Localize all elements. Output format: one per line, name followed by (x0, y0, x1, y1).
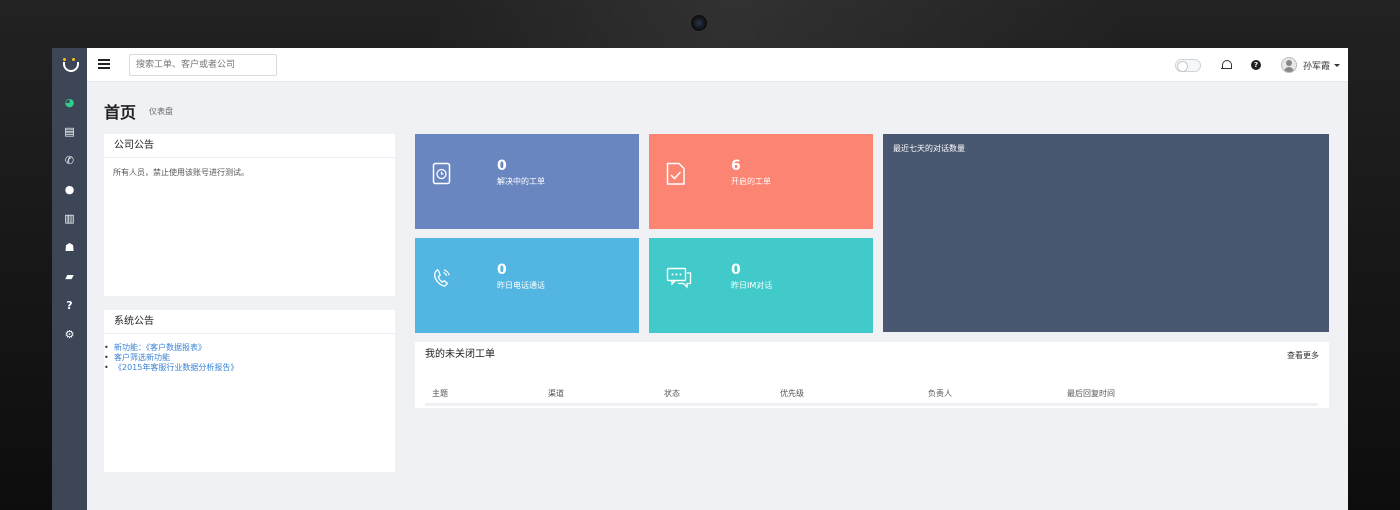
system-notice-title: 系统公告 (104, 310, 395, 334)
column-header-status[interactable]: 状态 (664, 388, 680, 399)
topbar-actions: ? 孙军霞 (1174, 48, 1340, 82)
bar-chart-icon: ▥ (64, 212, 75, 225)
avatar[interactable] (1280, 57, 1297, 73)
check-doc-icon (666, 162, 686, 186)
column-header-subject[interactable]: 主题 (432, 388, 448, 399)
help-circle-icon: ? (66, 299, 73, 312)
system-notice-item[interactable]: 《2015年客服行业数据分析报告》 (104, 363, 395, 373)
menu-toggle-icon[interactable] (98, 59, 110, 70)
tile-value: 0 (497, 262, 507, 278)
bezel-glare (430, 0, 1400, 48)
column-header-assignee[interactable]: 负责人 (928, 388, 952, 399)
tile-label: 昨日电话通话 (497, 281, 545, 290)
page-title: 首页 (104, 103, 137, 122)
gears-icon: ⚙ (64, 328, 75, 341)
bell-icon[interactable] (1220, 59, 1232, 71)
app-screen: ◕ ▤ ✆ ● ▥ ☗ ▰ ? ⚙ ? 孙军霞 首页 仪表盘 公司公告 所有人员… (52, 48, 1348, 510)
tile-open-tickets[interactable]: 6 开启的工单 (649, 134, 873, 229)
open-tickets-title: 我的未关闭工单 (425, 349, 495, 360)
sidebar-item-settings[interactable]: ⚙ (52, 320, 87, 349)
sidebar-item-customers[interactable]: ☗ (52, 233, 87, 262)
table-header: 主题 渠道 状态 优先级 负责人 最后回复时间 (425, 388, 1318, 406)
column-header-last-reply[interactable]: 最后回复时间 (1067, 388, 1115, 399)
system-notice-item[interactable]: 新功能：《客户数据报表》 (104, 343, 395, 353)
tile-label: 解决中的工单 (497, 177, 545, 186)
conversation-chart-panel: 最近七天的对话数量 (883, 134, 1329, 332)
tile-yesterday-calls[interactable]: 0 昨日电话通话 (415, 238, 639, 333)
sidebar-item-chat[interactable]: ● (52, 175, 87, 204)
sidebar: ◕ ▤ ✆ ● ▥ ☗ ▰ ? ⚙ (52, 48, 87, 510)
sidebar-item-reports[interactable]: ▥ (52, 204, 87, 233)
tile-value: 0 (731, 262, 741, 278)
sidebar-item-knowledge[interactable]: ▰ (52, 262, 87, 291)
dashboard-icon: ◕ (64, 96, 75, 109)
chat-bubble-icon: ● (64, 183, 75, 196)
company-notice-body: 所有人员，禁止使用该账号进行测试。 (113, 168, 249, 177)
smile-logo-icon (61, 57, 79, 73)
sidebar-nav: ◕ ▤ ✆ ● ▥ ☗ ▰ ? ⚙ (52, 88, 87, 349)
tile-resolving-tickets[interactable]: 0 解决中的工单 (415, 134, 639, 229)
tile-yesterday-im[interactable]: 0 昨日IM对话 (649, 238, 873, 333)
breadcrumb: 仪表盘 (149, 107, 173, 116)
system-notice-list: 新功能：《客户数据报表》 客户筛选新功能 《2015年客服行业数据分析报告》 (102, 334, 395, 373)
open-tickets-panel: 我的未关闭工单 查看更多 主题 渠道 状态 优先级 负责人 最后回复时间 (415, 342, 1329, 408)
system-notice-panel: 系统公告 新功能：《客户数据报表》 客户筛选新功能 《2015年客服行业数据分析… (104, 310, 395, 472)
topbar: ? 孙军霞 (87, 48, 1348, 82)
tile-value: 6 (731, 158, 741, 174)
chat-icon (666, 266, 692, 290)
status-toggle[interactable] (1174, 58, 1201, 72)
column-header-channel[interactable]: 渠道 (548, 388, 564, 399)
phone-icon (432, 266, 452, 290)
user-name[interactable]: 孙军霞 (1303, 59, 1330, 72)
sidebar-item-help[interactable]: ? (52, 291, 87, 320)
app-logo[interactable] (52, 48, 87, 82)
system-notice-item[interactable]: 客户筛选新功能 (104, 353, 395, 363)
chevron-down-icon[interactable] (1334, 63, 1340, 67)
search-input[interactable] (129, 54, 277, 76)
ticket-icon: ▤ (64, 125, 75, 138)
sidebar-item-tickets[interactable]: ▤ (52, 117, 87, 146)
chart-title: 最近七天的对话数量 (893, 144, 965, 153)
camera (690, 14, 708, 32)
clock-doc-icon (432, 162, 452, 186)
tile-label: 昨日IM对话 (731, 281, 773, 290)
phone-icon: ✆ (64, 154, 75, 167)
sidebar-item-phone[interactable]: ✆ (52, 146, 87, 175)
book-icon: ▰ (65, 270, 74, 283)
company-notice-panel: 公司公告 所有人员，禁止使用该账号进行测试。 (104, 134, 395, 296)
tile-value: 0 (497, 158, 507, 174)
tile-label: 开启的工单 (731, 177, 771, 186)
help-icon[interactable]: ? (1250, 60, 1261, 70)
view-more-link[interactable]: 查看更多 (1287, 350, 1319, 361)
company-notice-title: 公司公告 (104, 134, 395, 158)
column-header-priority[interactable]: 优先级 (780, 388, 804, 399)
users-icon: ☗ (64, 241, 75, 254)
sidebar-item-dashboard[interactable]: ◕ (52, 88, 87, 117)
